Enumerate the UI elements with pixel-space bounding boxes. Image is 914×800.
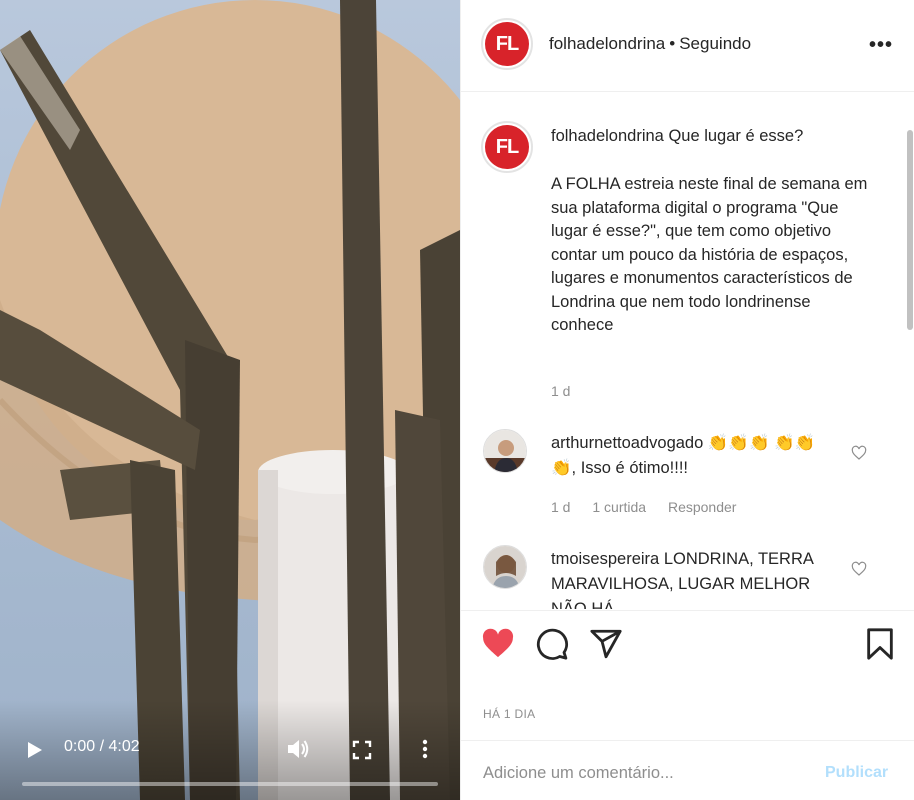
comment-input[interactable]: [483, 761, 803, 785]
reply-button[interactable]: Responder: [668, 499, 737, 515]
caption-avatar[interactable]: FL: [481, 121, 533, 173]
comment-meta: 1 d 1 curtida Responder: [551, 499, 754, 515]
comments-section[interactable]: FL folhadelondrina Que lugar é esse? A F…: [461, 93, 914, 609]
post-sidebar: FL folhadelondrina • Seguindo ••• FL folha…: [460, 0, 914, 800]
comment-username[interactable]: tmoisespereira: [551, 550, 659, 568]
comment-like-icon[interactable]: [851, 561, 867, 577]
more-options-icon[interactable]: •••: [869, 34, 893, 57]
video-player[interactable]: 0:00 / 4:02: [0, 0, 460, 800]
caption-header: folhadelondrina Que lugar é esse?: [551, 125, 871, 149]
caption-avatar-logo: FL: [485, 125, 529, 169]
header-account: folhadelondrina • Seguindo: [549, 34, 751, 54]
post-timestamp[interactable]: HÁ 1 DIA: [483, 707, 535, 721]
comment-likes[interactable]: 1 curtida: [592, 499, 646, 515]
volume-icon[interactable]: [286, 738, 310, 760]
avatar-logo: FL: [485, 22, 529, 66]
save-bookmark-icon[interactable]: [863, 627, 897, 661]
heart-icon[interactable]: [481, 627, 515, 661]
post-actions: HÁ 1 DIA: [461, 610, 914, 740]
comment-time: 1 d: [551, 499, 571, 515]
profile-avatar[interactable]: FL: [481, 18, 533, 70]
header-separator: •: [669, 34, 676, 53]
caption-time: 1 d: [551, 383, 571, 399]
caption-title: Que lugar é esse?: [668, 127, 804, 145]
caption-username[interactable]: folhadelondrina: [551, 127, 664, 145]
commenter-avatar[interactable]: [483, 545, 527, 589]
comment-like-icon[interactable]: [851, 445, 867, 461]
comment-username[interactable]: arthurnettoadvogado: [551, 434, 703, 452]
post-header: FL folhadelondrina • Seguindo •••: [461, 0, 914, 92]
more-vertical-icon[interactable]: [418, 738, 432, 760]
add-comment-bar: Publicar: [461, 740, 914, 800]
share-icon[interactable]: [589, 627, 623, 661]
publish-button[interactable]: Publicar: [825, 764, 888, 782]
comments-scrollbar[interactable]: [907, 130, 913, 330]
comment-text: tmoisespereira LONDRINA, TERRA MARAVILHO…: [551, 547, 833, 609]
play-icon[interactable]: [24, 740, 44, 760]
comment-text: arthurnettoadvogado 👏👏👏 👏👏👏, Isso é ótim…: [551, 431, 833, 481]
comment-icon[interactable]: [535, 627, 569, 661]
video-progress-bar[interactable]: [22, 782, 438, 786]
header-username[interactable]: folhadelondrina: [549, 34, 665, 53]
fullscreen-icon[interactable]: [352, 740, 372, 760]
follow-status-button[interactable]: Seguindo: [679, 34, 751, 53]
video-time: 0:00 / 4:02: [64, 738, 140, 755]
video-frame: [0, 0, 460, 800]
commenter-avatar[interactable]: [483, 429, 527, 473]
caption-body: A FOLHA estreia neste final de semana em…: [551, 175, 868, 334]
